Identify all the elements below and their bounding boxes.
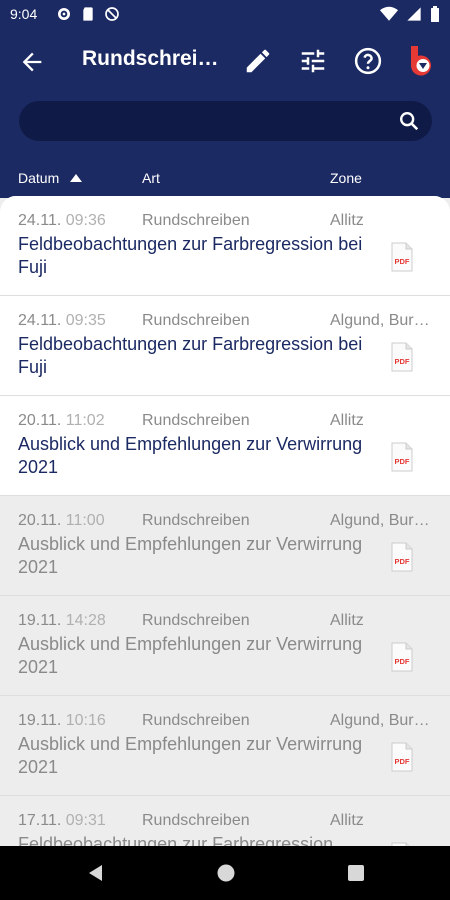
row-zone: Algund, Burgstall (330, 712, 434, 729)
row-zone: Algund, Burgstall (330, 512, 434, 529)
list-item[interactable]: 19.11. 14:28 Rundschreiben Allitz Ausblick … (0, 596, 450, 696)
pdf-icon[interactable]: PDF (390, 742, 414, 772)
row-date: 24.11. 09:35 (18, 312, 106, 330)
list-item[interactable]: 24.11. 09:35 Rundschreiben Algund, Burgsta… (0, 296, 450, 396)
battery-icon (431, 6, 439, 22)
pdf-icon[interactable]: PDF (390, 342, 414, 372)
row-zone: Allitz (330, 412, 364, 429)
row-type: Rundschreiben (142, 612, 250, 629)
row-date: 17.11. 09:31 (18, 812, 106, 830)
pdf-icon[interactable]: PDF (390, 242, 414, 272)
pdf-icon[interactable]: PDF (390, 542, 414, 572)
edit-icon[interactable] (243, 46, 273, 76)
signal-icon (407, 7, 421, 21)
row-time: 14:28 (65, 612, 106, 629)
svg-text:PDF: PDF (395, 257, 410, 266)
row-meta: 20.11. 11:00 Rundschreiben Algund, Burgsta… (18, 512, 434, 532)
sd-card-icon (83, 7, 93, 21)
row-title[interactable]: Ausblick und Empfehlungen zur Verwirrung… (18, 633, 378, 679)
row-type: Rundschreiben (142, 312, 250, 329)
list-item[interactable]: 17.11. 09:31 Rundschreiben Allitz Feldbeoba… (0, 796, 450, 846)
row-meta: 19.11. 10:16 Rundschreiben Algund, Burgsta… (18, 712, 434, 732)
row-time: 11:00 (65, 512, 105, 529)
app-logo-icon[interactable] (407, 44, 439, 76)
row-type: Rundschreiben (142, 412, 250, 429)
column-type[interactable]: Art (142, 170, 160, 186)
sort-ascending-icon[interactable] (70, 174, 82, 182)
row-meta: 17.11. 09:31 Rundschreiben Allitz (18, 812, 432, 832)
page-title: Rundschreiben (82, 47, 228, 70)
column-date[interactable]: Datum (18, 170, 59, 186)
row-title[interactable]: Ausblick und Empfehlungen zur Verwirrung… (18, 433, 378, 479)
row-title[interactable]: Ausblick und Empfehlungen zur Verwirrung… (18, 533, 378, 579)
column-header: Datum Art Zone (0, 162, 450, 198)
row-zone: Allitz (330, 612, 364, 629)
svg-text:PDF: PDF (395, 657, 410, 666)
status-bar: 9:04 (0, 0, 450, 32)
wifi-icon (380, 6, 398, 21)
row-zone: Allitz (330, 812, 364, 829)
search-bar (0, 90, 450, 162)
row-day: 24.11. (18, 212, 62, 229)
no-data-icon (105, 7, 119, 21)
search-box[interactable] (19, 101, 432, 141)
pdf-icon[interactable]: PDF (390, 442, 414, 472)
row-time: 09:35 (65, 312, 106, 329)
row-type: Rundschreiben (142, 212, 250, 229)
nav-recents-icon[interactable] (346, 863, 366, 883)
row-day: 19.11. (18, 612, 62, 629)
list-item[interactable]: 20.11. 11:02 Rundschreiben Allitz Ausblick … (0, 396, 450, 496)
row-date: 24.11. 09:36 (18, 212, 106, 230)
circular-list: 24.11. 09:36 Rundschreiben Allitz Feldbeoba… (0, 196, 450, 846)
row-meta: 19.11. 14:28 Rundschreiben Allitz (18, 612, 432, 632)
row-date: 19.11. 10:16 (18, 712, 106, 730)
status-time: 9:04 (10, 6, 38, 22)
row-type: Rundschreiben (142, 812, 250, 829)
row-time: 11:02 (65, 412, 105, 429)
search-icon[interactable] (398, 110, 420, 132)
row-zone: Algund, Burgstall (330, 312, 434, 329)
list-item[interactable]: 24.11. 09:36 Rundschreiben Allitz Feldbeoba… (0, 196, 450, 296)
row-day: 19.11. (18, 712, 62, 729)
back-arrow-icon[interactable] (18, 48, 46, 76)
row-day: 20.11. (18, 512, 62, 529)
tune-icon[interactable] (298, 46, 328, 76)
app-bar: Rundschreiben (0, 32, 450, 90)
help-icon[interactable] (353, 46, 383, 76)
gear-icon (58, 8, 70, 20)
list-item[interactable]: 20.11. 11:00 Rundschreiben Algund, Burgst a… (0, 496, 450, 596)
svg-text:PDF: PDF (395, 457, 410, 466)
svg-text:PDF: PDF (395, 757, 410, 766)
row-day: 17.11. (18, 812, 62, 829)
row-time: 10:16 (65, 712, 106, 729)
row-meta: 24.11. 09:35 Rundschreiben Algund, Burgsta… (18, 312, 434, 332)
row-title[interactable]: Feldbeobachtungen zur Farbregression (18, 833, 378, 846)
row-day: 24.11. (18, 312, 62, 329)
svg-text:PDF: PDF (395, 357, 410, 366)
row-title[interactable]: Feldbeobachtungen zur Farbregression bei… (18, 333, 378, 379)
nav-back-icon[interactable] (86, 863, 106, 883)
row-type: Rundschreiben (142, 512, 250, 529)
row-title[interactable]: Ausblick und Empfehlungen zur Verwirrung… (18, 733, 378, 779)
row-meta: 24.11. 09:36 Rundschreiben Allitz (18, 212, 432, 232)
search-input[interactable] (35, 107, 379, 137)
row-time: 09:31 (65, 812, 106, 829)
row-date: 20.11. 11:00 (18, 512, 105, 530)
column-zone[interactable]: Zone (330, 170, 362, 186)
row-day: 20.11. (18, 412, 62, 429)
system-nav-bar (0, 846, 450, 900)
row-date: 20.11. 11:02 (18, 412, 105, 430)
nav-home-icon[interactable] (216, 863, 236, 883)
row-title[interactable]: Feldbeobachtungen zur Farbregression bei… (18, 233, 378, 279)
row-time: 09:36 (65, 212, 106, 229)
row-type: Rundschreiben (142, 712, 250, 729)
row-date: 19.11. 14:28 (18, 612, 106, 630)
row-meta: 20.11. 11:02 Rundschreiben Allitz (18, 412, 432, 432)
pdf-icon[interactable]: PDF (390, 642, 414, 672)
svg-text:PDF: PDF (395, 557, 410, 566)
list-item[interactable]: 19.11. 10:16 Rundschreiben Algund, Burgst a… (0, 696, 450, 796)
row-zone: Allitz (330, 212, 364, 229)
